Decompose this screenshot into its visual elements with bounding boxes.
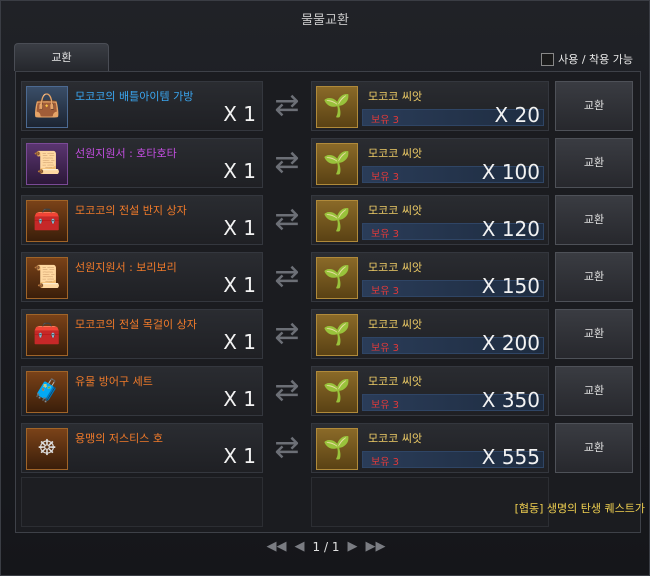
- give-item-slot: 🧰 모코코의 전설 목걸이 상자 X 1: [21, 309, 263, 359]
- held-count: 보유 3: [371, 457, 399, 468]
- give-item-slot: ☸ 용맹의 저스티스 호 X 1: [21, 423, 263, 473]
- receive-item-name: 모코코 씨앗: [368, 375, 423, 388]
- exchange-row: 🧰 모코코의 전설 목걸이 상자 X 1 ⇄ 🌱 보유 3 모코코 씨앗 X 200 교환: [21, 309, 633, 359]
- receive-item-slot: 🌱 보유 3 모코코 씨앗 X 555: [311, 423, 549, 473]
- exchange-arrows-icon: ⇄: [274, 259, 300, 294]
- exchange-row: 🧰 모코코의 전설 반지 상자 X 1 ⇄ 🌱 보유 3 모코코 씨앗 X 120 교환: [21, 195, 633, 245]
- receive-item-quantity: X 100: [481, 160, 540, 184]
- exchange-button[interactable]: 교환: [555, 138, 633, 188]
- held-count: 보유 3: [371, 400, 399, 411]
- exchange-row: 🧳 유물 방어구 세트 X 1 ⇄ 🌱 보유 3 모코코 씨앗 X 350 교환: [21, 366, 633, 416]
- receive-item-name: 모코코 씨앗: [368, 432, 423, 445]
- give-item-quantity: X 1: [223, 102, 256, 126]
- receive-item-name: 모코코 씨앗: [368, 318, 423, 331]
- usable-filter-checkbox[interactable]: [541, 52, 555, 66]
- exchange-arrows-icon: ⇄: [274, 145, 300, 180]
- exchange-row: 📜 선원지원서 : 보리보리 X 1 ⇄ 🌱 보유 3 모코코 씨앗 X 150 교환: [21, 252, 633, 302]
- give-item-slot: 📜 선원지원서 : 보리보리 X 1: [21, 252, 263, 302]
- exchange-button[interactable]: 교환: [555, 309, 633, 359]
- last-page-button[interactable]: ▶▶: [365, 539, 385, 554]
- held-count: 보유 3: [371, 115, 399, 126]
- seed-icon[interactable]: 🌱: [316, 428, 358, 470]
- give-item-name: 선원지원서 : 보리보리: [75, 261, 177, 274]
- receive-item-quantity: X 20: [494, 103, 540, 127]
- give-item-quantity: X 1: [223, 444, 256, 468]
- give-item-name: 모코코의 전설 반지 상자: [75, 204, 187, 217]
- exchange-row: 📜 선원지원서 : 호타호타 X 1 ⇄ 🌱 보유 3 모코코 씨앗 X 100 교환: [21, 138, 633, 188]
- give-item-quantity: X 1: [223, 273, 256, 297]
- give-item-name: 선원지원서 : 호타호타: [75, 147, 177, 160]
- exchange-button[interactable]: 교환: [555, 195, 633, 245]
- receive-item-slot: 🌱 보유 3 모코코 씨앗 X 150: [311, 252, 549, 302]
- tab-exchange[interactable]: 교환: [14, 43, 109, 71]
- held-count: 보유 3: [371, 343, 399, 354]
- seed-icon[interactable]: 🌱: [316, 200, 358, 242]
- chest-icon[interactable]: 🧰: [26, 200, 68, 242]
- receive-item-name: 모코코 씨앗: [368, 204, 423, 217]
- usable-filter-label: 사용 / 착용 가능: [558, 53, 633, 66]
- receive-item-name: 모코코 씨앗: [368, 90, 423, 103]
- window-title: 물물교환: [301, 13, 349, 28]
- chest-icon[interactable]: 🧰: [26, 314, 68, 356]
- receive-item-quantity: X 200: [481, 331, 540, 355]
- seed-icon[interactable]: 🌱: [316, 314, 358, 356]
- empty-receive-slot: [311, 477, 549, 527]
- held-count: 보유 3: [371, 286, 399, 297]
- seed-icon[interactable]: 🌱: [316, 257, 358, 299]
- give-item-slot: 📜 선원지원서 : 호타호타 X 1: [21, 138, 263, 188]
- receive-item-name: 모코코 씨앗: [368, 261, 423, 274]
- receive-item-quantity: X 555: [481, 445, 540, 469]
- scroll-icon[interactable]: 📜: [26, 257, 68, 299]
- empty-give-slot: [21, 477, 263, 527]
- receive-item-slot: 🌱 보유 3 모코코 씨앗 X 20: [311, 81, 549, 131]
- give-item-slot: 🧳 유물 방어구 세트 X 1: [21, 366, 263, 416]
- held-count: 보유 3: [371, 229, 399, 240]
- give-item-name: 모코코의 전설 목걸이 상자: [75, 318, 197, 331]
- exchange-button[interactable]: 교환: [555, 366, 633, 416]
- seed-icon[interactable]: 🌱: [316, 86, 358, 128]
- seed-icon[interactable]: 🌱: [316, 371, 358, 413]
- exchange-arrows-icon: ⇄: [274, 202, 300, 237]
- first-page-button[interactable]: ◀◀: [267, 539, 287, 554]
- barter-window: 물물교환 교환 사용 / 착용 가능 👜 모코코의 배틀아이템 가방 X 1 ⇄ 🌱 보유…: [0, 0, 650, 576]
- receive-item-quantity: X 350: [481, 388, 540, 412]
- receive-item-slot: 🌱 보유 3 모코코 씨앗 X 100: [311, 138, 549, 188]
- exchange-button[interactable]: 교환: [555, 423, 633, 473]
- pagination: ◀◀ ◀ 1 / 1 ▶ ▶▶: [1, 539, 650, 554]
- usable-filter-toggle[interactable]: 사용 / 착용 가능: [541, 51, 633, 67]
- give-item-quantity: X 1: [223, 216, 256, 240]
- give-item-name: 유물 방어구 세트: [75, 375, 153, 388]
- receive-item-quantity: X 150: [481, 274, 540, 298]
- receive-item-slot: 🌱 보유 3 모코코 씨앗 X 120: [311, 195, 549, 245]
- give-item-quantity: X 1: [223, 330, 256, 354]
- exchange-row: ☸ 용맹의 저스티스 호 X 1 ⇄ 🌱 보유 3 모코코 씨앗 X 555 교환: [21, 423, 633, 473]
- quest-link[interactable]: [협동] 생명의 탄생 퀘스트가: [515, 500, 645, 516]
- exchange-button[interactable]: 교환: [555, 252, 633, 302]
- next-page-button[interactable]: ▶: [347, 539, 357, 554]
- receive-item-quantity: X 120: [481, 217, 540, 241]
- exchange-arrows-icon: ⇄: [274, 373, 300, 408]
- exchange-button[interactable]: 교환: [555, 81, 633, 131]
- prev-page-button[interactable]: ◀: [295, 539, 305, 554]
- give-item-name: 용맹의 저스티스 호: [75, 432, 163, 445]
- give-item-quantity: X 1: [223, 159, 256, 183]
- receive-item-slot: 🌱 보유 3 모코코 씨앗 X 200: [311, 309, 549, 359]
- treasure-chest-icon[interactable]: 🧳: [26, 371, 68, 413]
- receive-item-slot: 🌱 보유 3 모코코 씨앗 X 350: [311, 366, 549, 416]
- ship-wheel-icon[interactable]: ☸: [26, 428, 68, 470]
- give-item-slot: 🧰 모코코의 전설 반지 상자 X 1: [21, 195, 263, 245]
- page-indicator: 1 / 1: [312, 539, 340, 554]
- receive-item-name: 모코코 씨앗: [368, 147, 423, 160]
- bag-icon[interactable]: 👜: [26, 86, 68, 128]
- seed-icon[interactable]: 🌱: [316, 143, 358, 185]
- exchange-arrows-icon: ⇄: [274, 316, 300, 351]
- scroll-icon[interactable]: 📜: [26, 143, 68, 185]
- give-item-name: 모코코의 배틀아이템 가방: [75, 90, 194, 103]
- exchange-row: 👜 모코코의 배틀아이템 가방 X 1 ⇄ 🌱 보유 3 모코코 씨앗 X 20 교환: [21, 81, 633, 131]
- held-count: 보유 3: [371, 172, 399, 183]
- give-item-slot: 👜 모코코의 배틀아이템 가방 X 1: [21, 81, 263, 131]
- give-item-quantity: X 1: [223, 387, 256, 411]
- exchange-arrows-icon: ⇄: [274, 88, 300, 123]
- exchange-arrows-icon: ⇄: [274, 430, 300, 465]
